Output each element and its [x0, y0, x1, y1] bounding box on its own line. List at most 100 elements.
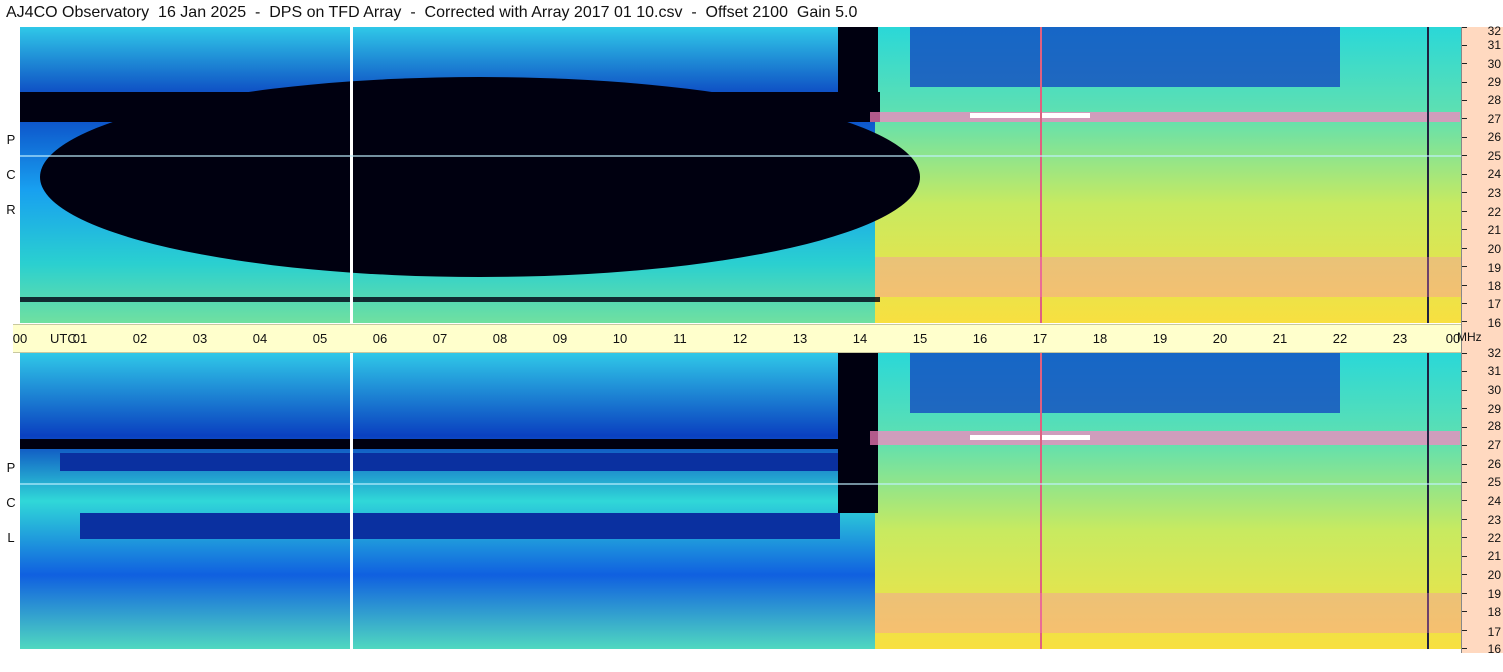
- freq-tick-label: 23: [1487, 513, 1501, 527]
- hour-tick-label: 00: [12, 331, 28, 346]
- freq-tick-label: 19: [1487, 261, 1501, 275]
- freq-tick-label: 19: [1487, 587, 1501, 601]
- freq-tick-mark: [1462, 63, 1467, 64]
- freq-tick-mark: [1462, 519, 1467, 520]
- freq-tick-mark: [1462, 27, 1467, 28]
- freq-tick-mark: [1462, 464, 1467, 465]
- freq-tick-label: 31: [1487, 38, 1501, 52]
- freq-tick-mark: [1462, 630, 1467, 631]
- hour-tick-label: 16: [972, 331, 988, 346]
- hour-tick-label: 04: [252, 331, 268, 346]
- hour-tick-label: 21: [1272, 331, 1288, 346]
- freq-tick-mark: [1462, 82, 1467, 83]
- hour-tick-label: 03: [192, 331, 208, 346]
- hour-tick-label: 20: [1212, 331, 1228, 346]
- hour-tick-label: 18: [1092, 331, 1108, 346]
- freq-tick-mark: [1462, 211, 1467, 212]
- hour-tick-label: 12: [732, 331, 748, 346]
- freq-tick-mark: [1462, 353, 1467, 354]
- freq-tick-label: 21: [1487, 549, 1501, 563]
- freq-tick-label: 24: [1487, 494, 1501, 508]
- freq-tick-mark: [1462, 45, 1467, 46]
- hour-tick-label: 05: [312, 331, 328, 346]
- freq-tick-label: 30: [1487, 57, 1501, 71]
- freq-tick-mark: [1462, 174, 1467, 175]
- freq-tick-label: 25: [1487, 475, 1501, 489]
- hour-tick-label: 11: [673, 331, 687, 346]
- freq-tick-mark: [1462, 137, 1467, 138]
- hour-tick-label: 10: [612, 331, 628, 346]
- hour-tick-label: 14: [852, 331, 868, 346]
- freq-tick-mark: [1462, 427, 1467, 428]
- freq-tick-label: 26: [1487, 130, 1501, 144]
- freq-tick-label: 18: [1487, 279, 1501, 293]
- freq-tick-mark: [1462, 266, 1467, 267]
- freq-tick-label: 26: [1487, 457, 1501, 471]
- freq-tick-label: 27: [1487, 112, 1501, 126]
- rcp-letter-r: R: [6, 202, 16, 217]
- hour-tick-label: 19: [1152, 331, 1168, 346]
- freq-tick-label: 16: [1487, 316, 1501, 330]
- freq-tick-mark: [1462, 321, 1467, 322]
- freq-tick-label: 28: [1487, 419, 1501, 433]
- freq-tick-mark: [1462, 248, 1467, 249]
- freq-tick-label: 24: [1487, 167, 1501, 181]
- hour-tick-label: 17: [1032, 331, 1048, 346]
- freq-tick-label: 27: [1487, 438, 1501, 452]
- freq-tick-mark: [1462, 445, 1467, 446]
- hour-tick-label: 22: [1332, 331, 1348, 346]
- freq-tick-label: 22: [1487, 205, 1501, 219]
- freq-tick-mark: [1462, 648, 1467, 649]
- freq-tick-mark: [1462, 100, 1467, 101]
- hour-tick-label: 23: [1392, 331, 1408, 346]
- freq-tick-mark: [1462, 556, 1467, 557]
- freq-tick-label: 31: [1487, 364, 1501, 378]
- freq-tick-label: 23: [1487, 186, 1501, 200]
- freq-tick-label: 18: [1487, 605, 1501, 619]
- freq-tick-mark: [1462, 371, 1467, 372]
- window-title: AJ4CO Observatory 16 Jan 2025 - DPS on T…: [6, 4, 858, 21]
- freq-tick-label: 32: [1487, 24, 1501, 38]
- freq-tick-label: 32: [1487, 346, 1501, 360]
- freq-tick-label: 22: [1487, 531, 1501, 545]
- hour-tick-label: 02: [132, 331, 148, 346]
- freq-tick-label: 29: [1487, 402, 1501, 416]
- freq-tick-label: 16: [1487, 642, 1501, 656]
- lcp-letter-l: L: [7, 530, 15, 545]
- hour-tick-label: 09: [552, 331, 568, 346]
- freq-tick-mark: [1462, 155, 1467, 156]
- hour-tick-label: 08: [492, 331, 508, 346]
- spectrogram-rcp: [20, 27, 1461, 323]
- freq-tick-mark: [1462, 285, 1467, 286]
- freq-tick-label: 20: [1487, 242, 1501, 256]
- utc-time-axis: UTC 00 01 02 03 04 05 06 07 08 09 10 11 …: [13, 324, 1461, 353]
- freq-tick-mark: [1462, 229, 1467, 230]
- rcp-letter-p: P: [6, 132, 16, 147]
- freq-tick-label: 17: [1487, 625, 1501, 639]
- freq-tick-mark: [1462, 408, 1467, 409]
- freq-tick-label: 20: [1487, 568, 1501, 582]
- freq-tick-label: 25: [1487, 149, 1501, 163]
- freq-tick-mark: [1462, 303, 1467, 304]
- freq-tick-mark: [1462, 500, 1467, 501]
- freq-tick-label: 21: [1487, 223, 1501, 237]
- freq-tick-label: 30: [1487, 383, 1501, 397]
- hour-tick-label: 15: [912, 331, 928, 346]
- freq-tick-mark: [1462, 118, 1467, 119]
- freq-tick-mark: [1462, 593, 1467, 594]
- hour-tick-label: 06: [372, 331, 388, 346]
- lcp-letter-c: C: [6, 495, 16, 510]
- hour-tick-label: 13: [792, 331, 808, 346]
- freq-tick-mark: [1462, 611, 1467, 612]
- freq-tick-label: 17: [1487, 297, 1501, 311]
- freq-tick-label: 28: [1487, 93, 1501, 107]
- freq-tick-mark: [1462, 482, 1467, 483]
- rcp-letter-c: C: [6, 167, 16, 182]
- hour-tick-label: 01: [72, 331, 88, 346]
- freq-tick-mark: [1462, 537, 1467, 538]
- lcp-letter-p: P: [6, 460, 16, 475]
- freq-tick-mark: [1462, 574, 1467, 575]
- freq-tick-mark: [1462, 390, 1467, 391]
- hour-tick-label: 07: [432, 331, 448, 346]
- freq-tick-label: 29: [1487, 75, 1501, 89]
